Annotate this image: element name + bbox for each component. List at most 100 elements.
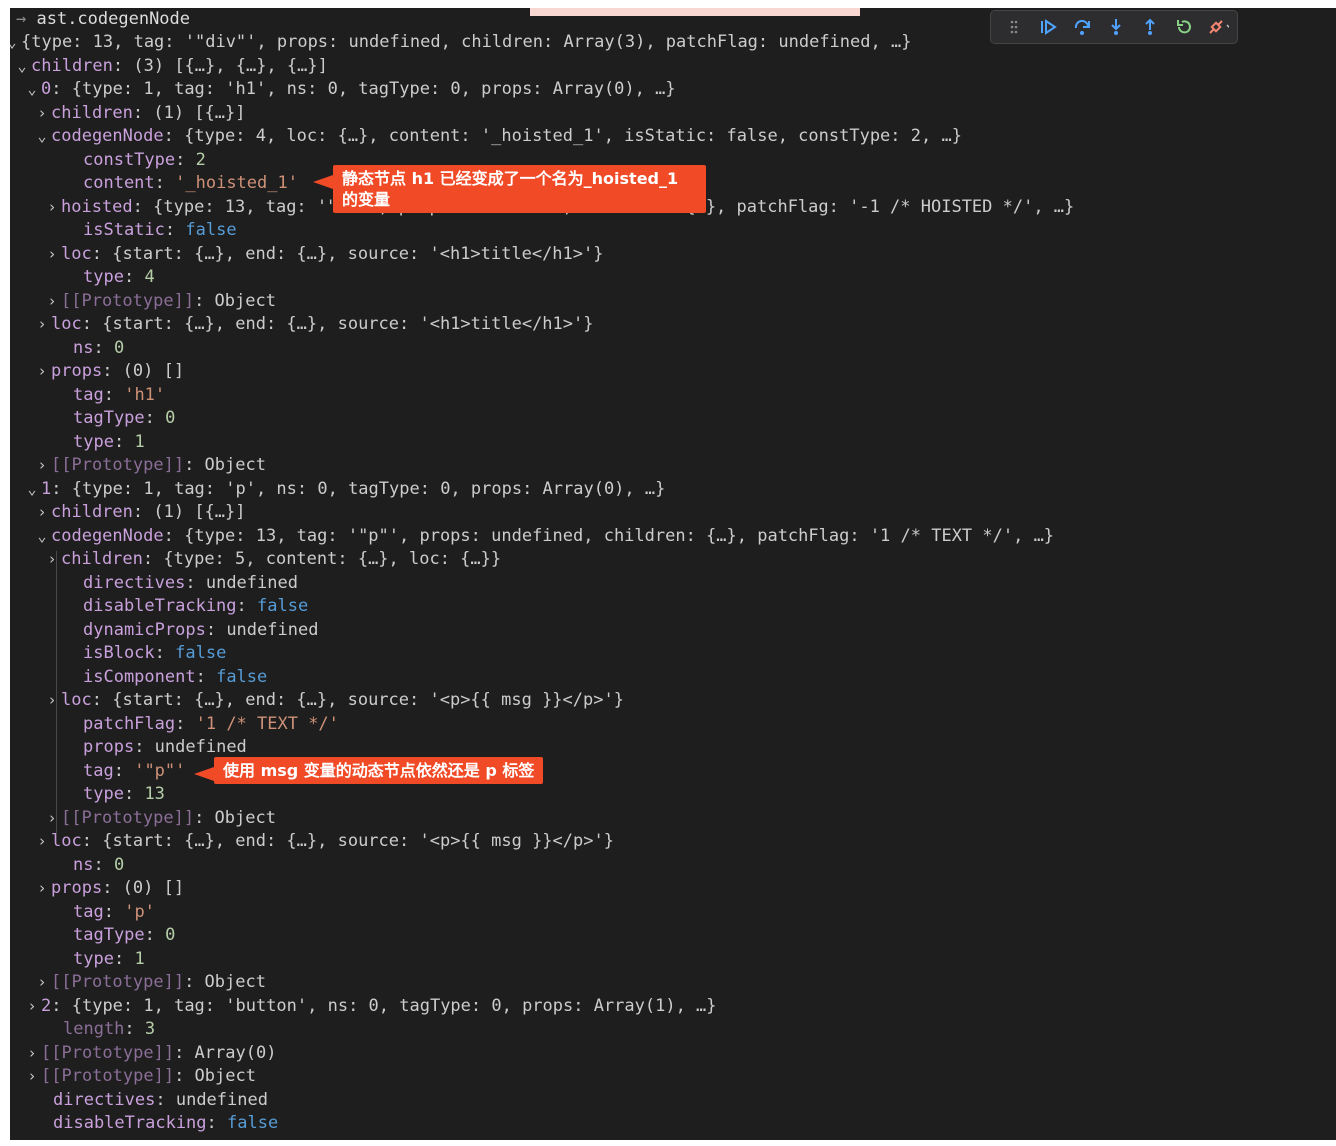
separator: : — [134, 737, 155, 757]
property-key: directives — [53, 1089, 156, 1110]
tree-row[interactable]: › [[Prototype]]: Object — [23, 1065, 255, 1088]
tree-row[interactable]: › 2: {type: 1, tag: 'button', ns: 0, tagT… — [23, 995, 716, 1018]
tree-row[interactable]: ⌄ {type: 13, tag: '"div"', props: undefin… — [10, 31, 911, 54]
property-key: type — [83, 784, 124, 804]
property-key: children — [51, 102, 133, 123]
property-value: {type: 5, content: {…}, loc: {…}} — [163, 549, 502, 569]
chevron-right-icon[interactable]: › — [23, 995, 41, 1018]
tree-row: ns: 0 — [73, 337, 124, 360]
chevron-down-icon[interactable]: ⌄ — [33, 125, 51, 148]
property-value: 4 — [144, 267, 155, 287]
chevron-right-icon[interactable]: › — [43, 196, 61, 219]
property-key: props — [51, 361, 103, 381]
property-value: {type: 4, loc: {…}, content: '_hoisted_1… — [184, 126, 962, 146]
tree-row[interactable]: › props: (0) [] — [33, 360, 184, 383]
chevron-right-icon[interactable]: › — [43, 807, 61, 830]
tree-row[interactable]: › loc: {start: {…}, end: {…}, source: '<p… — [43, 689, 624, 712]
tree-row[interactable]: › loc: {start: {…}, end: {…}, source: '<h… — [43, 243, 603, 266]
tree-row[interactable]: › [[Prototype]]: Object — [33, 971, 265, 994]
property-value: (0) [] — [122, 878, 185, 898]
tree-row: disableTracking: false — [53, 1112, 278, 1135]
tree-row[interactable]: › loc: {start: {…}, end: {…}, source: '<h… — [33, 313, 593, 336]
drag-handle-icon[interactable] — [1003, 16, 1025, 38]
chevron-down-icon[interactable]: ⌄ — [23, 478, 41, 501]
tree-row[interactable]: ⌄ 1: {type: 1, tag: 'p', ns: 0, tagType: … — [23, 478, 665, 501]
step-into-icon[interactable] — [1105, 16, 1127, 38]
separator: : — [132, 102, 154, 123]
chevron-right-icon[interactable]: › — [43, 689, 61, 712]
property-value: 0 — [165, 925, 176, 945]
property-value: false — [185, 220, 237, 240]
tree-row[interactable]: › children: (1) [{…}] — [33, 501, 245, 524]
property-value: Object — [204, 455, 266, 475]
separator: : — [184, 972, 205, 992]
separator: : — [236, 596, 258, 616]
chevron-right-icon[interactable]: › — [33, 971, 51, 994]
property-key: 0 — [41, 79, 52, 99]
tree-row: constType: 2 — [83, 149, 206, 172]
chevron-down-icon[interactable]: ⌄ — [23, 78, 41, 101]
separator: : — [194, 807, 215, 828]
tree-row[interactable]: ⌄ children: (3) [{…}, {…}, {…}] — [13, 55, 327, 78]
chevron-right-icon[interactable]: › — [43, 290, 61, 313]
chevron-right-icon[interactable]: › — [23, 1065, 41, 1088]
separator: : — [164, 220, 186, 240]
continue-icon[interactable] — [1037, 16, 1059, 38]
chevron-right-icon[interactable]: › — [33, 830, 51, 853]
property-key: type — [73, 431, 114, 452]
property-value: false — [257, 596, 309, 616]
separator: : — [144, 408, 166, 428]
property-value: false — [216, 666, 268, 687]
tree-row[interactable]: › [[Prototype]]: Array(0) — [23, 1042, 276, 1065]
tree-row[interactable]: ⌄ codegenNode: {type: 13, tag: '"p"', pro… — [33, 525, 1054, 548]
disconnect-icon[interactable] — [1207, 16, 1229, 38]
tree-row[interactable]: ⌄ 0: {type: 1, tag: 'h1', ns: 0, tagType:… — [23, 78, 676, 101]
tree-row: tagType: 0 — [73, 924, 175, 947]
chevron-right-icon[interactable]: › — [33, 501, 51, 524]
chevron-right-icon[interactable]: › — [33, 313, 51, 336]
property-value: (0) [] — [122, 361, 185, 381]
tree-row: tag: 'h1' — [73, 384, 165, 407]
tree-row[interactable]: › loc: {start: {…}, end: {…}, source: '<p… — [33, 830, 613, 853]
chevron-down-icon[interactable]: ⌄ — [10, 31, 21, 54]
chevron-right-icon[interactable]: › — [43, 243, 61, 266]
tree-row[interactable]: › children: (1) [{…}] — [33, 102, 245, 125]
restart-icon[interactable] — [1173, 16, 1195, 38]
separator: : — [184, 455, 205, 475]
tree-row: props: undefined — [83, 736, 247, 759]
chevron-right-icon[interactable]: › — [33, 877, 51, 900]
tree-row[interactable]: › props: (0) [] — [33, 877, 184, 900]
chevron-right-icon[interactable]: › — [33, 360, 51, 383]
separator: : — [132, 502, 154, 522]
tree-row: type: 13 — [83, 783, 165, 806]
tree-row[interactable]: › children: {type: 5, content: {…}, loc: … — [43, 548, 501, 571]
property-key: tagType — [73, 408, 145, 428]
step-over-icon[interactable] — [1071, 16, 1093, 38]
property-key: children — [61, 549, 143, 569]
step-out-icon[interactable] — [1139, 16, 1161, 38]
chevron-down-icon[interactable]: ⌄ — [33, 525, 51, 548]
chevron-right-icon[interactable]: › — [33, 454, 51, 477]
separator: : — [144, 925, 166, 945]
separator: : — [113, 948, 135, 969]
property-value: 2 — [195, 149, 206, 170]
chevron-right-icon[interactable]: › — [23, 1042, 41, 1065]
chevron-right-icon[interactable]: › — [33, 102, 51, 125]
tree-row[interactable]: › [[Prototype]]: Object — [43, 290, 275, 313]
property-value: '1 /* TEXT */' — [195, 713, 339, 734]
separator: : — [102, 361, 123, 381]
property-value: Object — [214, 807, 276, 828]
property-value: {type: 1, tag: 'h1', ns: 0, tagType: 0, … — [71, 79, 676, 99]
tree-row: directives: undefined — [53, 1089, 268, 1112]
tree-row[interactable]: › [[Prototype]]: Object — [43, 807, 276, 830]
property-value: {start: {…}, end: {…}, source: '<p>{{ ms… — [112, 690, 624, 710]
property-value: 0 — [165, 408, 176, 428]
chevron-right-icon[interactable]: › — [43, 548, 61, 571]
separator: : — [174, 1066, 195, 1086]
tree-row[interactable]: ⌄ codegenNode: {type: 4, loc: {…}, conten… — [33, 125, 962, 148]
separator: : — [93, 854, 114, 875]
tree-row: isStatic: false — [83, 219, 237, 242]
property-value: false — [227, 1113, 279, 1133]
tree-row[interactable]: › [[Prototype]]: Object — [33, 454, 266, 477]
chevron-down-icon[interactable]: ⌄ — [13, 55, 31, 78]
